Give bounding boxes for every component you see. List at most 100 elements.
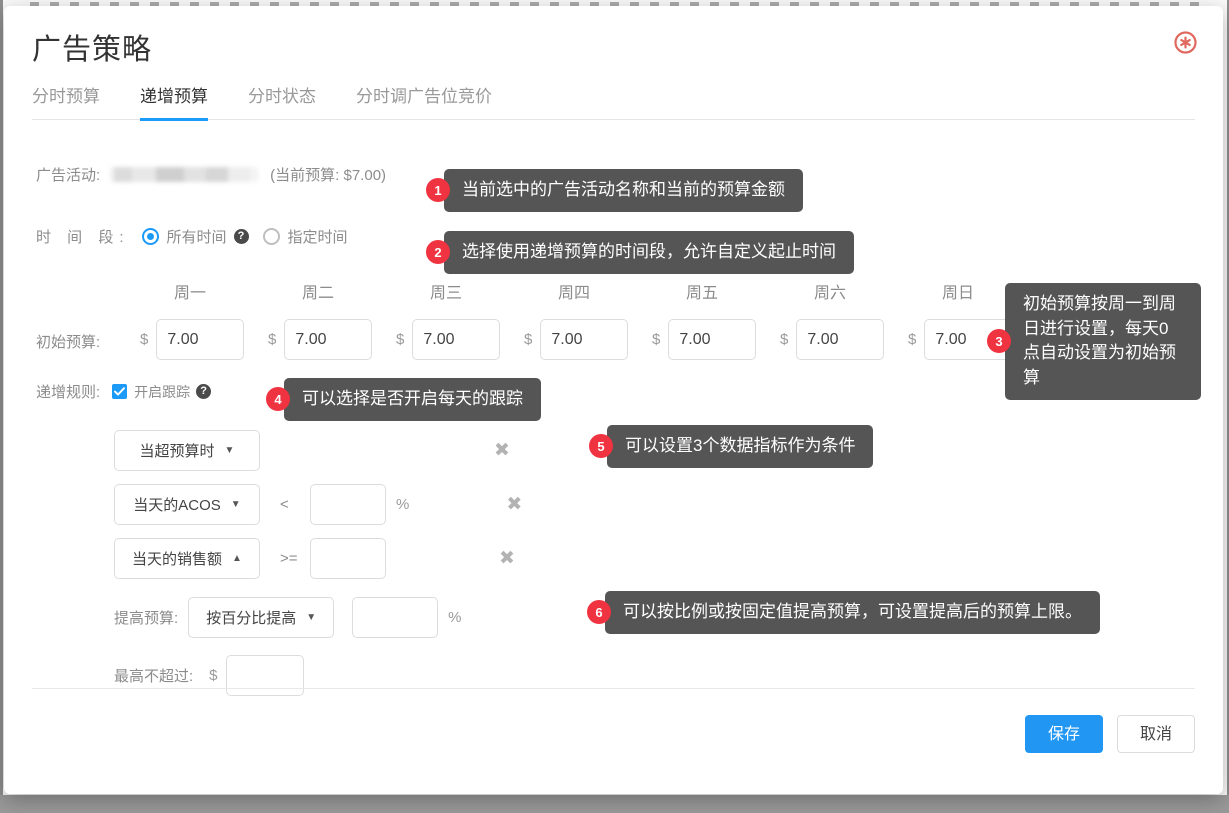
current-budget-note: (当前预算: $7.00) — [270, 167, 387, 184]
day-column-friday: 周五 $ — [652, 281, 780, 360]
condition-metric-select-2[interactable]: 当天的ACOS ▼ — [114, 483, 260, 525]
condition-metric-select-1[interactable]: 当超预算时 ▼ — [114, 429, 260, 471]
radio-specified-time-label: 指定时间 — [287, 229, 348, 246]
currency-symbol: $ — [780, 331, 789, 348]
raise-value-input[interactable] — [352, 596, 439, 638]
incremental-rules-row: 递增规则: 开启跟踪 ? — [36, 381, 212, 402]
condition-metric-label-2: 当天的ACOS — [133, 496, 221, 514]
save-button[interactable]: 保存 — [1024, 714, 1103, 753]
day-column-thursday: 周四 $ — [524, 281, 652, 360]
chevron-down-icon: ▼ — [230, 498, 241, 510]
condition-metric-label-1: 当超预算时 — [139, 442, 215, 460]
help-icon-tracking[interactable]: ? — [196, 384, 212, 399]
ad-strategy-modal: 广告策略 分时预算 递增预算 分时状态 分时调广告位竞价 广告活动: (当前预算… — [4, 6, 1223, 794]
campaign-name-redacted — [110, 167, 259, 182]
chevron-up-icon: ▲ — [232, 552, 242, 564]
day-label-tuesday: 周二 — [301, 285, 334, 302]
time-period-radio-group: 所有时间 ? 指定时间 — [141, 226, 355, 247]
tooltip-4: 4 可以选择是否开启每天的跟踪 — [266, 378, 541, 421]
time-period-label: 时 间 段: — [36, 229, 130, 246]
budget-input-wednesday[interactable] — [412, 319, 501, 360]
day-label-thursday: 周四 — [557, 285, 590, 302]
initial-budget-label: 初始预算: — [36, 334, 101, 351]
currency-symbol: $ — [524, 331, 533, 348]
tab-fenshi-zhuangtai[interactable]: 分时状态 — [248, 82, 316, 121]
day-label-friday: 周五 — [685, 285, 718, 302]
campaign-label: 广告活动: — [36, 167, 101, 184]
condition-operator-3: >= — [280, 549, 298, 567]
day-column-wednesday: 周三 $ — [396, 281, 524, 360]
incremental-rules-label: 递增规则: — [36, 384, 101, 401]
raise-mode-label: 按百分比提高 — [206, 609, 297, 627]
delete-condition-3[interactable]: ✖ — [499, 549, 515, 568]
day-label-monday: 周一 — [173, 285, 206, 302]
tooltip-3-text: 初始预算按周一到周日进行设置，每天0点自动设置为初始预算 — [1005, 283, 1201, 400]
tooltip-6: 6 可以按比例或按固定值提高预算，可设置提高后的预算上限。 — [587, 591, 1100, 634]
campaign-row: 广告活动: (当前预算: $7.00) — [36, 164, 386, 185]
radio-specified-time[interactable] — [262, 228, 280, 245]
time-period-row: 时 间 段: 所有时间 ? 指定时间 — [36, 226, 355, 247]
day-label-saturday: 周六 — [813, 285, 846, 302]
tooltip-3: 3 初始预算按周一到周日进行设置，每天0点自动设置为初始预算 — [987, 283, 1201, 400]
close-circle-icon[interactable] — [1174, 31, 1197, 54]
condition-metric-select-3[interactable]: 当天的销售额 ▲ — [114, 537, 260, 579]
condition-unit-2: % — [396, 495, 410, 513]
tooltip-5-text: 可以设置3个数据指标作为条件 — [607, 425, 874, 468]
condition-row: 当天的销售额 ▲ >= ✖ — [114, 531, 522, 585]
condition-row: 当超预算时 ▼ ✖ — [114, 423, 522, 477]
tooltip-5: 5 可以设置3个数据指标作为条件 — [589, 425, 874, 468]
chevron-down-icon: ▼ — [306, 611, 317, 623]
tab-fenshi-yusuan[interactable]: 分时预算 — [32, 82, 100, 121]
raise-budget-section: 提高预算: 按百分比提高 ▼ % 最高不超过: $ — [114, 588, 462, 704]
condition-row: 当天的ACOS ▼ < % ✖ — [114, 477, 522, 531]
tooltip-1-text: 当前选中的广告活动名称和当前的预算金额 — [444, 169, 803, 212]
cancel-button[interactable]: 取消 — [1116, 714, 1195, 753]
budget-input-tuesday[interactable] — [284, 319, 373, 360]
currency-symbol: $ — [908, 331, 917, 348]
condition-list: 当超预算时 ▼ ✖ 当天的ACOS ▼ < % ✖ 当天的销售额 ▲ >= ✖ — [114, 423, 522, 585]
page-title: 广告策略 — [32, 34, 153, 66]
tooltip-6-text: 可以按比例或按固定值提高预算，可设置提高后的预算上限。 — [605, 591, 1100, 634]
viewport-left-edge — [0, 0, 3, 813]
delete-condition-2[interactable]: ✖ — [506, 495, 522, 514]
chevron-down-icon: ▼ — [224, 444, 235, 456]
tooltip-2: 2 选择使用递增预算的时间段，允许自定义起止时间 — [426, 231, 854, 274]
delete-condition-1[interactable]: ✖ — [494, 441, 510, 460]
tracking-checkbox-label: 开启跟踪 — [134, 383, 191, 400]
help-icon-all-time[interactable]: ? — [233, 229, 249, 244]
day-column-monday: 周一 $ — [140, 281, 268, 360]
budget-cap-label: 最高不超过: — [114, 667, 194, 685]
raise-unit: % — [448, 608, 462, 626]
day-column-saturday: 周六 $ — [780, 281, 908, 360]
budget-input-monday[interactable] — [156, 319, 245, 360]
modal-backdrop — [0, 795, 1229, 813]
currency-symbol: $ — [396, 331, 405, 348]
condition-value-input-2[interactable] — [310, 483, 386, 525]
raise-budget-label: 提高预算: — [114, 609, 179, 627]
budget-input-saturday[interactable] — [796, 319, 885, 360]
tooltip-4-text: 可以选择是否开启每天的跟踪 — [284, 378, 541, 421]
currency-symbol: $ — [268, 331, 277, 348]
day-label-wednesday: 周三 — [429, 285, 462, 302]
currency-symbol: $ — [209, 666, 218, 684]
tooltip-2-text: 选择使用递增预算的时间段，允许自定义起止时间 — [444, 231, 854, 274]
day-column-tuesday: 周二 $ — [268, 281, 396, 360]
tab-bar: 分时预算 递增预算 分时状态 分时调广告位竞价 — [32, 82, 1195, 121]
tab-dizeng-yusuan[interactable]: 递增预算 — [140, 82, 208, 121]
radio-all-time[interactable] — [141, 228, 159, 245]
tracking-checkbox[interactable] — [112, 384, 128, 399]
budget-input-friday[interactable] — [668, 319, 757, 360]
condition-metric-label-3: 当天的销售额 — [132, 550, 223, 568]
condition-operator-2: < — [280, 495, 289, 513]
budget-input-thursday[interactable] — [540, 319, 629, 360]
currency-symbol: $ — [652, 331, 661, 348]
radio-all-time-label: 所有时间 — [166, 229, 227, 246]
condition-value-input-3[interactable] — [310, 537, 386, 579]
modal-footer: 保存 取消 — [32, 688, 1195, 758]
raise-mode-select[interactable]: 按百分比提高 ▼ — [188, 596, 335, 638]
tab-fenshi-jingjia[interactable]: 分时调广告位竞价 — [356, 82, 492, 121]
raise-budget-row: 提高预算: 按百分比提高 ▼ % — [114, 588, 462, 646]
weekday-budget-list: 周一 $ 周二 $ 周三 $ — [140, 281, 1036, 360]
tooltip-1: 1 当前选中的广告活动名称和当前的预算金额 — [426, 169, 803, 212]
currency-symbol: $ — [140, 331, 149, 348]
